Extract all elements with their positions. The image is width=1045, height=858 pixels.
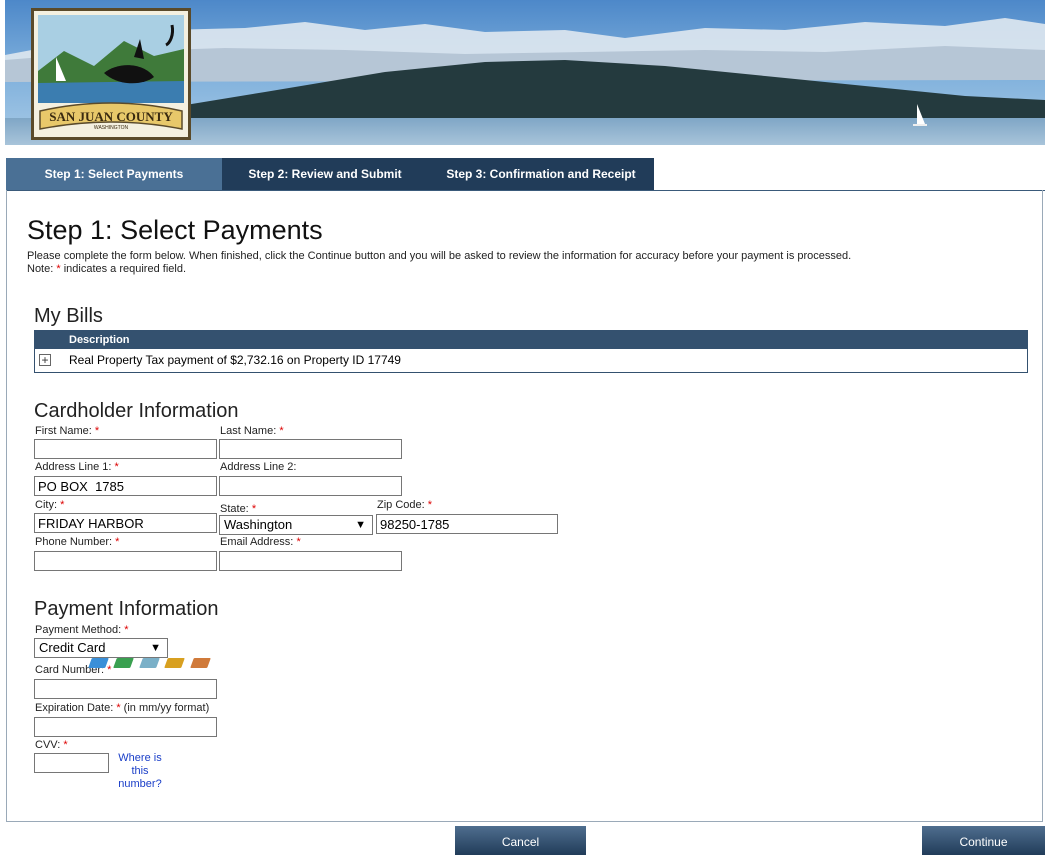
payment-information-heading: Payment Information — [34, 598, 219, 620]
required-note: Note: * indicates a required field. — [27, 263, 186, 275]
step-tabs: Step 1: Select Payments Step 2: Review a… — [6, 158, 1045, 191]
zip-code-input[interactable] — [376, 514, 558, 534]
description-column-header: Description — [69, 334, 130, 346]
address-line-1-input[interactable] — [34, 476, 217, 496]
email-address-input[interactable] — [219, 551, 402, 571]
expand-row-icon[interactable]: + — [39, 354, 51, 366]
address-line-2-input[interactable] — [219, 476, 402, 496]
email-address-label: Email Address: * — [220, 536, 301, 548]
page-title: Step 1: Select Payments — [27, 215, 323, 245]
last-name-input[interactable] — [219, 439, 402, 459]
card-number-input[interactable] — [34, 679, 217, 699]
county-logo: SAN JUAN COUNTY WASHINGTON — [31, 8, 191, 140]
my-bills-heading: My Bills — [34, 305, 103, 327]
first-name-label: First Name: * — [35, 425, 100, 437]
instructions-line: Please complete the form below. When fin… — [27, 250, 852, 262]
payment-method-selected-value: Credit Card — [39, 640, 106, 655]
state-select[interactable]: Washington ▼ — [219, 515, 373, 535]
cardholder-information-heading: Cardholder Information — [34, 400, 239, 422]
chevron-down-icon: ▼ — [355, 519, 366, 531]
expiration-date-label: Expiration Date: * (in mm/yy format) — [35, 702, 210, 714]
tab-step-2-review-and-submit[interactable]: Step 2: Review and Submit — [222, 158, 428, 190]
mastercard-card-icon — [113, 658, 135, 668]
continue-button[interactable]: Continue — [922, 826, 1045, 855]
svg-text:WASHINGTON: WASHINGTON — [94, 125, 129, 131]
cancel-button[interactable]: Cancel — [455, 826, 586, 855]
debit-card-icon — [189, 658, 211, 668]
tab-step-1-select-payments[interactable]: Step 1: Select Payments — [6, 158, 222, 190]
address-line-2-label: Address Line 2: — [220, 461, 297, 473]
cvv-label: CVV: * — [35, 739, 68, 751]
phone-number-input[interactable] — [34, 551, 217, 571]
first-name-input[interactable] — [34, 439, 217, 459]
cvv-input[interactable] — [34, 753, 109, 773]
phone-number-label: Phone Number: * — [35, 536, 120, 548]
bills-table: Description + Real Property Tax payment … — [34, 330, 1028, 373]
amex-card-icon — [139, 658, 160, 668]
table-row: + Real Property Tax payment of $2,732.16… — [35, 349, 1027, 372]
accepted-cards — [88, 655, 213, 669]
city-label: City: * — [35, 499, 65, 511]
discover-card-icon — [164, 658, 186, 668]
svg-text:SAN JUAN COUNTY: SAN JUAN COUNTY — [49, 109, 173, 124]
visa-card-icon — [88, 658, 109, 668]
state-label: State: * — [220, 503, 257, 515]
address-line-1-label: Address Line 1: * — [35, 461, 119, 473]
last-name-label: Last Name: * — [220, 425, 284, 437]
bills-table-header: Description — [35, 331, 1027, 349]
where-is-this-number-link[interactable]: Where is this number? — [115, 752, 165, 791]
payment-method-label: Payment Method: * — [35, 624, 129, 636]
zip-code-label: Zip Code: * — [377, 499, 433, 511]
state-selected-value: Washington — [224, 517, 293, 532]
expiration-date-input[interactable] — [34, 717, 217, 737]
instructions-text: Please complete the form below. When fin… — [27, 250, 851, 276]
header-banner: SAN JUAN COUNTY WASHINGTON — [5, 0, 1045, 145]
city-input[interactable] — [34, 513, 217, 533]
bill-description: Real Property Tax payment of $2,732.16 o… — [69, 353, 401, 367]
tab-step-3-confirmation-and-receipt[interactable]: Step 3: Confirmation and Receipt — [428, 158, 654, 190]
